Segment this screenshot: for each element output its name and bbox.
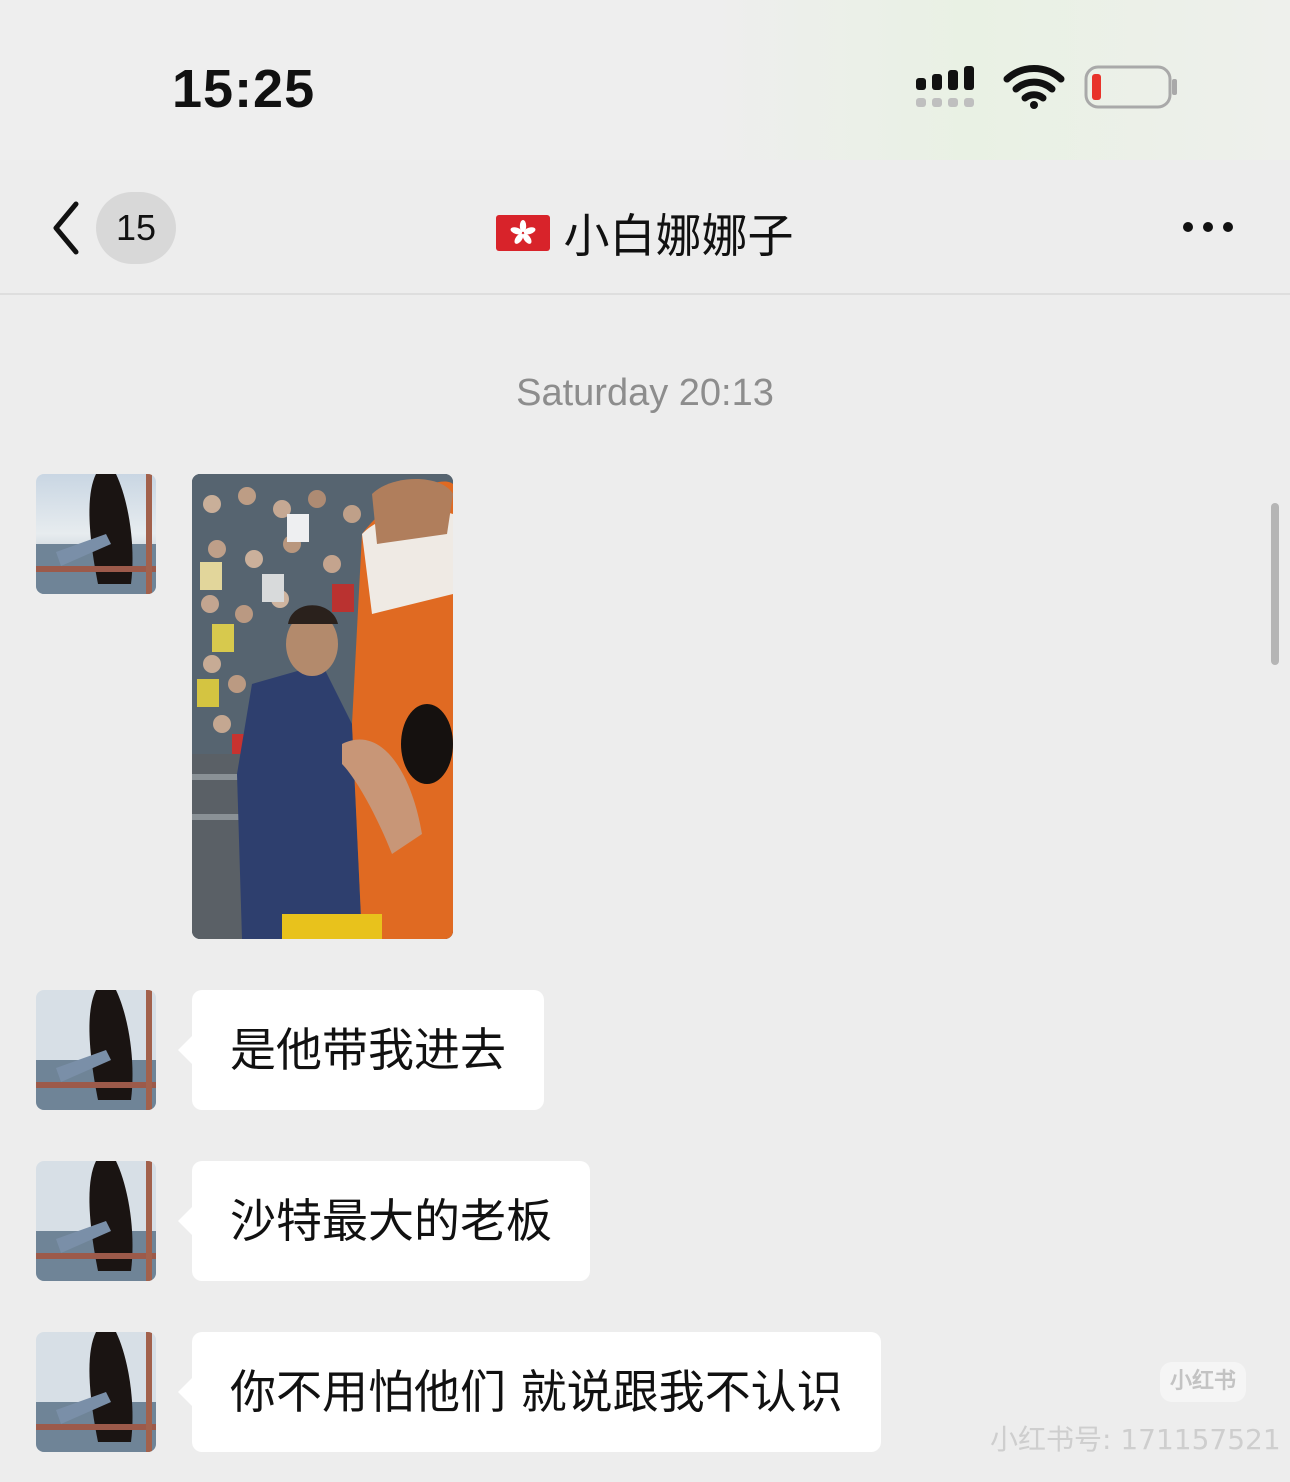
more-dots-icon[interactable] (1176, 212, 1240, 242)
avatar-image (36, 1332, 156, 1452)
cellular-signal-icon (916, 66, 974, 107)
contact-avatar[interactable] (36, 1161, 156, 1281)
wifi-icon (1003, 65, 1065, 109)
hong-kong-flag-icon (496, 215, 551, 251)
message-timestamp: Saturday 20:13 (516, 372, 774, 414)
watermark-text: 小红书号: 171157521 (990, 1423, 1281, 1456)
text-message-bubble[interactable]: 你不用怕他们 就说跟我不认识 (178, 1332, 881, 1452)
stadium-photo (192, 474, 453, 939)
avatar-image (36, 474, 156, 594)
contact-avatar[interactable] (36, 1332, 156, 1452)
avatar-image (36, 1161, 156, 1281)
battery-low-icon (1084, 65, 1177, 109)
chat-screen: 15:25 15 小白娜娜子 Saturday 20:13 是他带我进去 沙特最… (0, 0, 1290, 1482)
chat-title: 小白娜娜子 (0, 200, 1290, 263)
status-bar: 15:25 (0, 0, 1290, 160)
contact-avatar[interactable] (36, 990, 156, 1110)
contact-avatar[interactable] (36, 474, 156, 594)
status-time: 15:25 (172, 59, 316, 119)
avatar-image (36, 990, 156, 1110)
scroll-indicator[interactable] (1271, 503, 1279, 665)
watermark-logo: 小红书 (1160, 1362, 1246, 1402)
chat-nav-bar: 15 小白娜娜子 (0, 160, 1290, 295)
chat-title-text: 小白娜娜子 (563, 209, 794, 263)
photo-message[interactable] (192, 474, 453, 939)
text-message-bubble[interactable]: 是他带我进去 (178, 990, 544, 1110)
text-message-bubble[interactable]: 沙特最大的老板 (178, 1161, 590, 1281)
